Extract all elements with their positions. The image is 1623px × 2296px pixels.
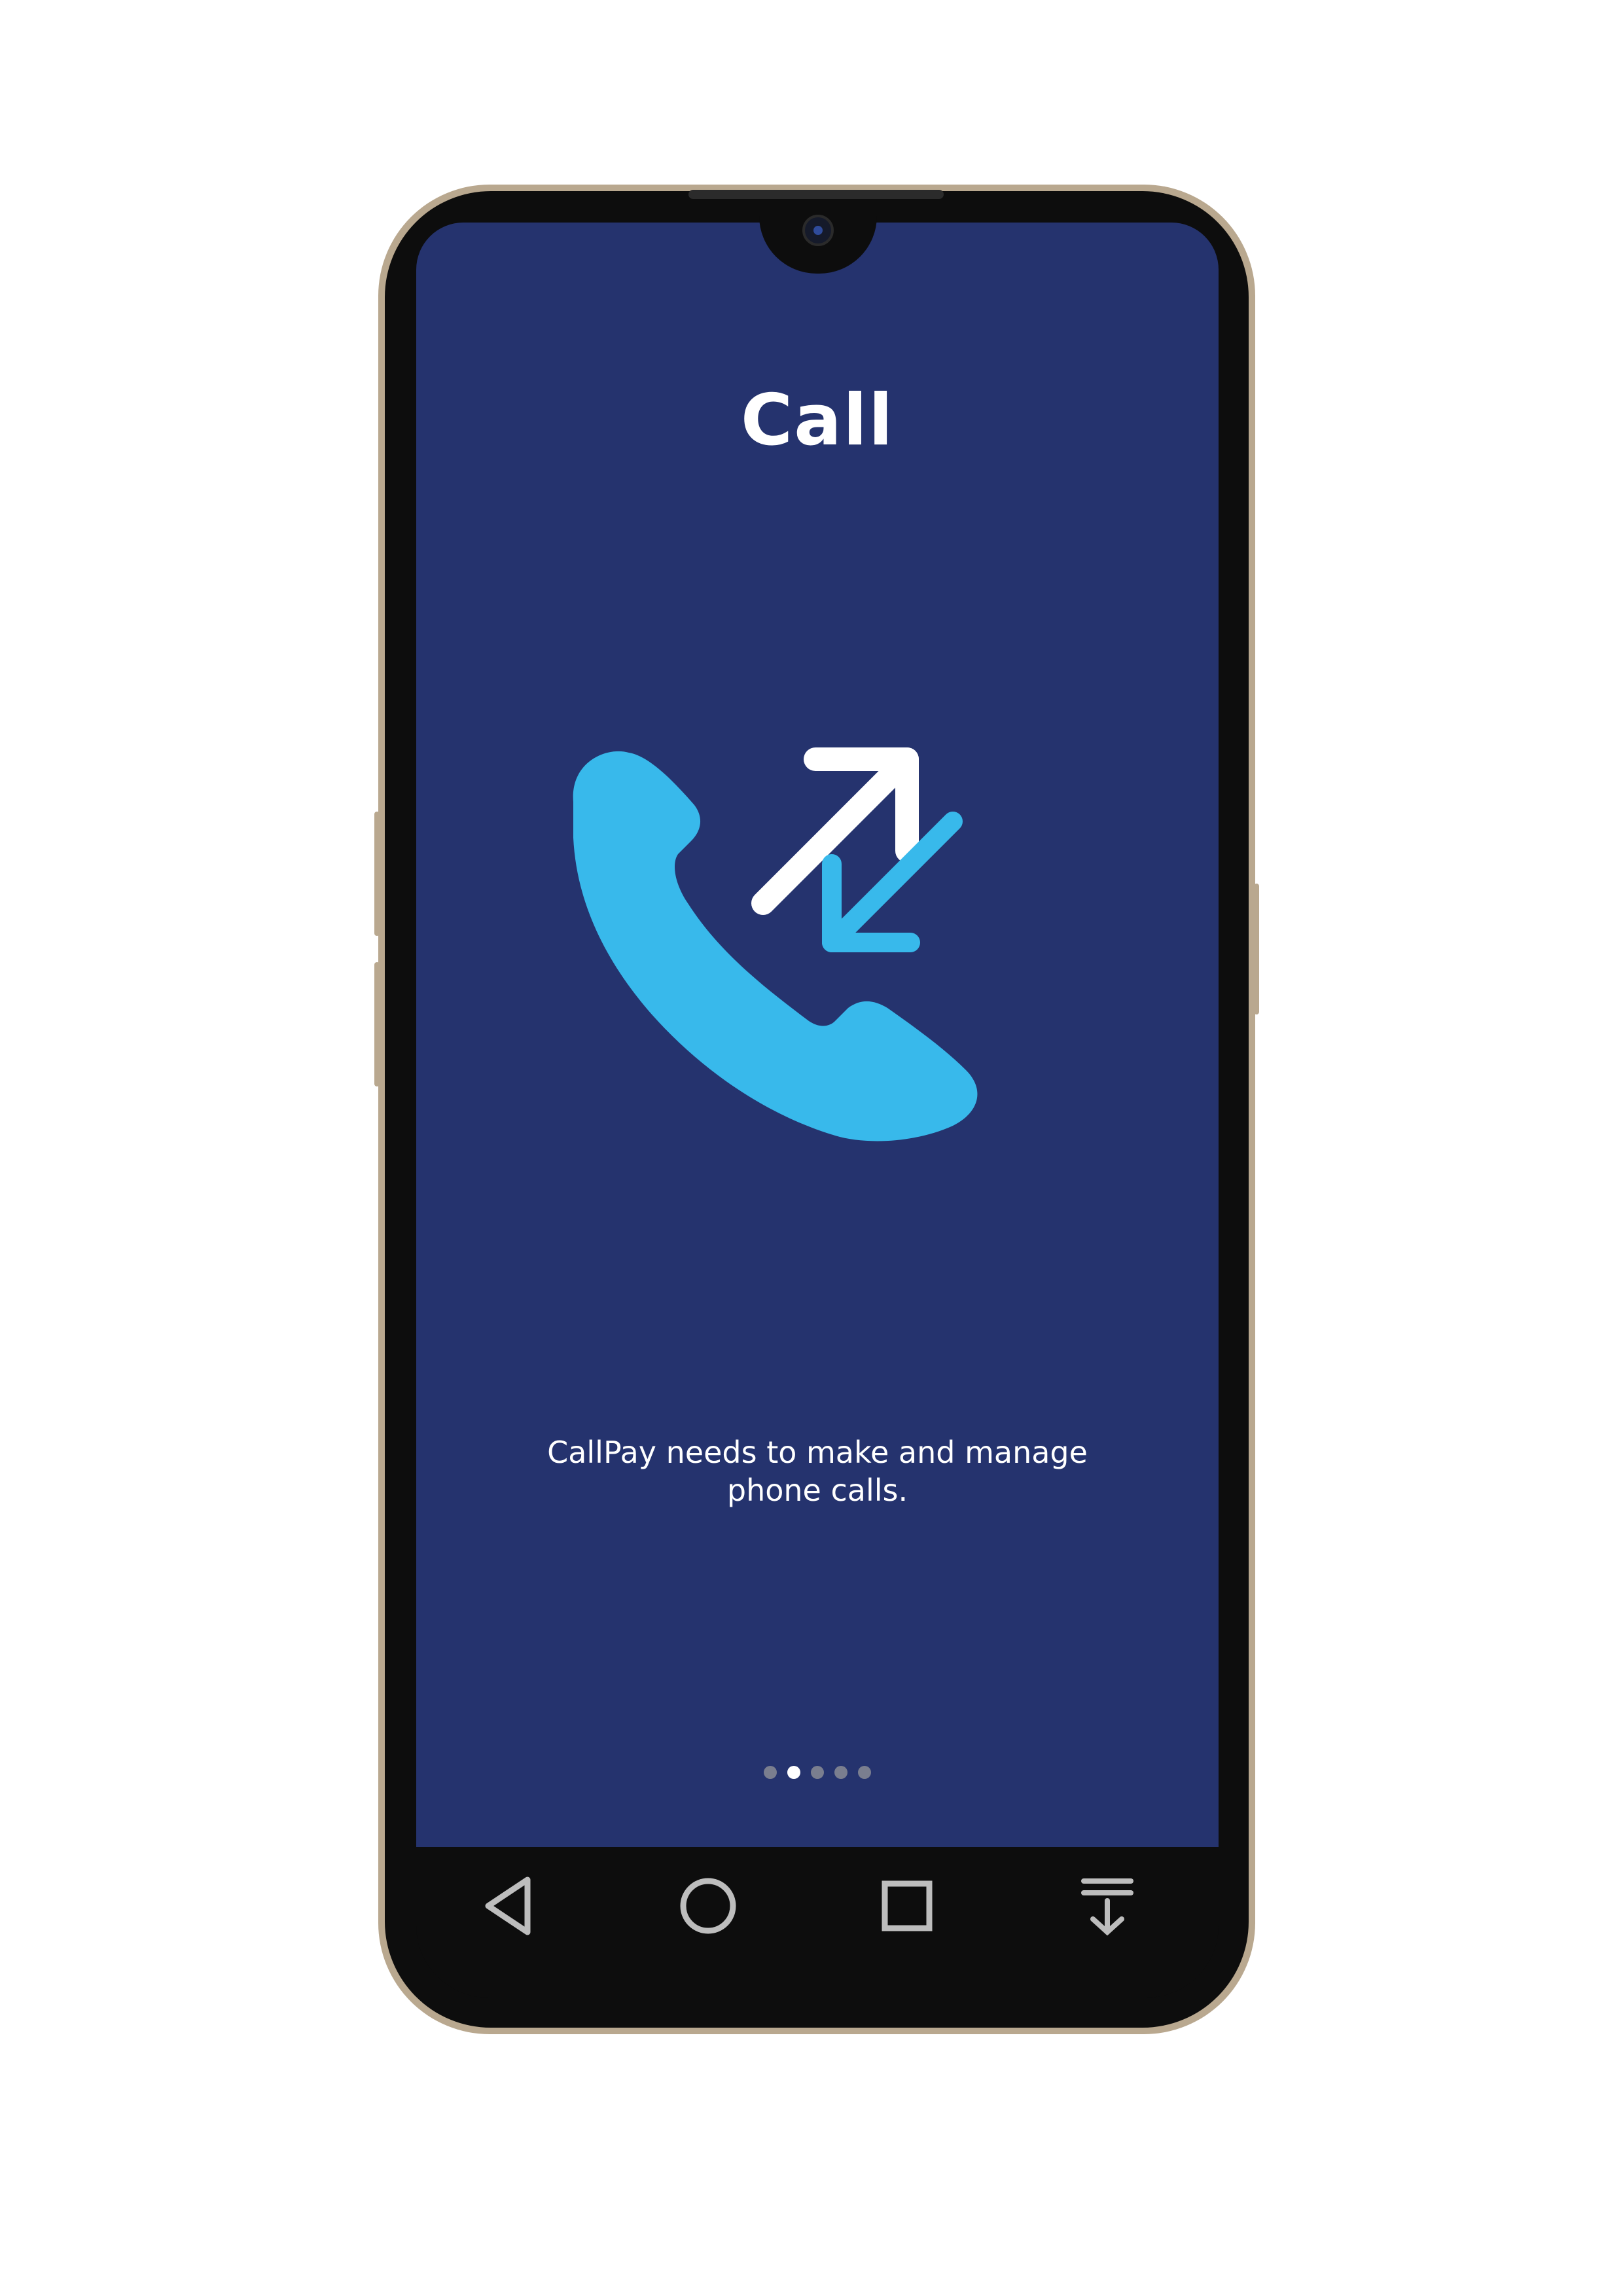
recents-icon: [882, 1880, 933, 1931]
page-title: Call: [740, 380, 895, 461]
earpiece-speaker: [688, 190, 944, 199]
home-icon: [680, 1878, 736, 1934]
home-button[interactable]: [669, 1867, 747, 1945]
page-dot-3[interactable]: [811, 1766, 824, 1779]
power-button: [1254, 884, 1259, 1014]
recents-button[interactable]: [868, 1867, 946, 1945]
page-dot-4[interactable]: [834, 1766, 847, 1779]
front-camera: [802, 215, 834, 246]
page-dot-5[interactable]: [858, 1766, 871, 1779]
notification-pulldown-icon: [1081, 1878, 1133, 1936]
page-indicator: [416, 1766, 1219, 1779]
notification-pulldown-button[interactable]: [1068, 1867, 1147, 1945]
page-dot-1[interactable]: [764, 1766, 777, 1779]
volume-up-button: [374, 812, 380, 936]
description-line-2: phone calls.: [726, 1473, 908, 1508]
navigation-bar: [416, 1847, 1219, 1998]
back-icon: [485, 1876, 531, 1935]
permission-description: CallPay needs to make and manage phone c…: [416, 1433, 1219, 1509]
volume-down-button: [374, 962, 380, 1086]
onboarding-screen: Call CallPay needs to make and manage ph…: [416, 223, 1219, 1847]
phone-call-in-out-icon: [573, 747, 978, 1141]
page-dot-2-active[interactable]: [787, 1766, 800, 1779]
description-line-1: CallPay needs to make and manage: [547, 1435, 1088, 1470]
back-button[interactable]: [469, 1867, 547, 1945]
